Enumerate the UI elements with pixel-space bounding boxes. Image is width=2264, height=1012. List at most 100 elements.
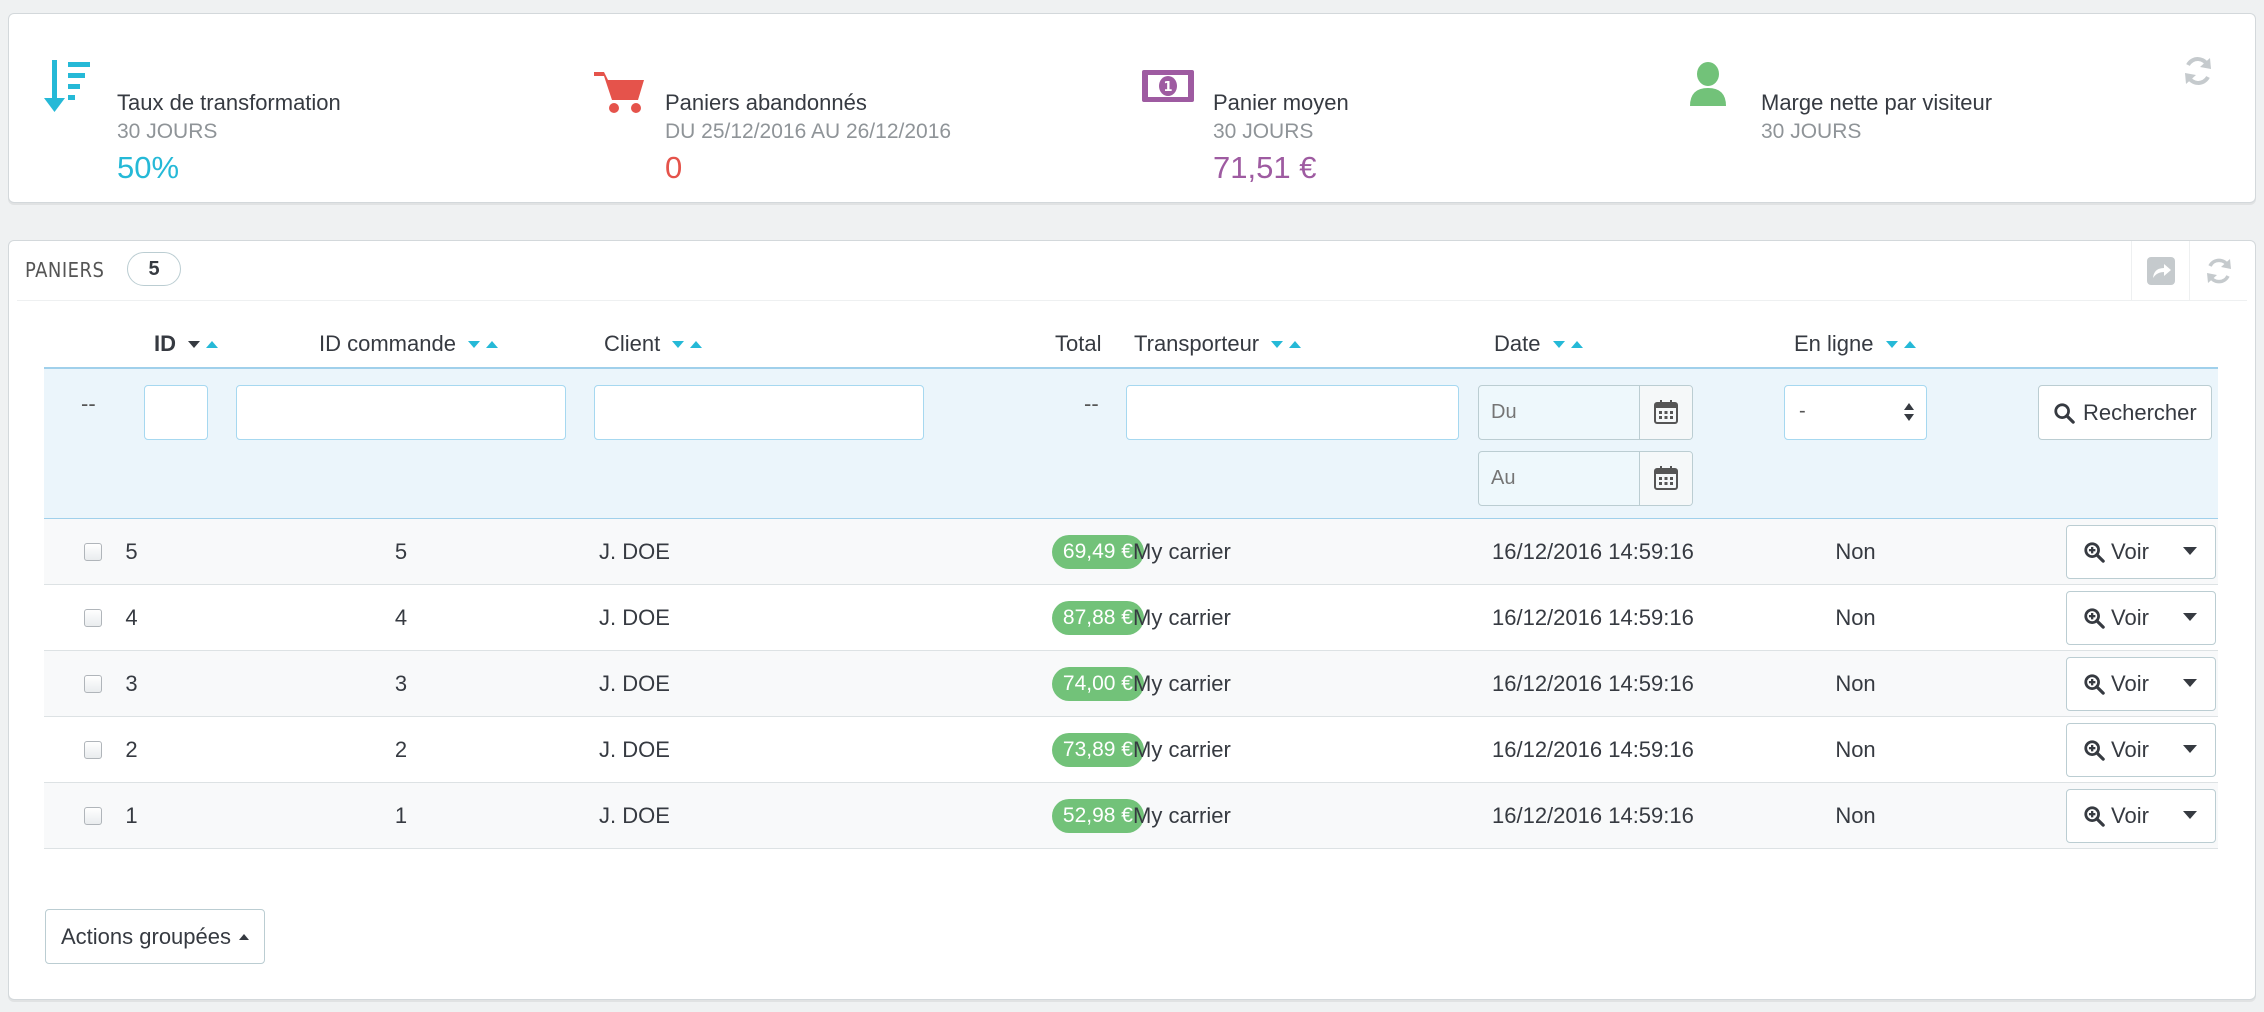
- table-row: 4 4 J. DOE 87,88 € My carrier 16/12/2016…: [44, 585, 2218, 651]
- filter-date-to[interactable]: [1478, 451, 1693, 506]
- column-header-id[interactable]: ID: [154, 331, 222, 357]
- cell-date: 16/12/2016 14:59:16: [1492, 539, 1694, 564]
- search-button[interactable]: Rechercher: [2038, 385, 2212, 440]
- cell-total-badge: 74,00 €: [1051, 667, 1144, 701]
- cell-client: J. DOE: [599, 737, 670, 762]
- cell-id: 2: [125, 737, 138, 762]
- cell-carrier: My carrier: [1133, 803, 1231, 828]
- filter-total-dash: --: [1084, 391, 1099, 416]
- row-actions-dropdown-toggle[interactable]: [2165, 658, 2215, 710]
- cell-carrier: My carrier: [1133, 605, 1231, 630]
- table-row: 1 1 J. DOE 52,98 € My carrier 16/12/2016…: [44, 783, 2218, 849]
- carts-list-panel: PANIERS 5 ID ID commande Client Total Tr…: [8, 240, 2256, 1000]
- view-button[interactable]: Voir: [2067, 724, 2165, 776]
- refresh-icon: [2185, 57, 2211, 85]
- svg-text:1: 1: [1163, 80, 1172, 95]
- zoom-in-icon: [2084, 542, 2105, 563]
- column-header-online[interactable]: En ligne: [1794, 331, 1920, 357]
- view-button-label: Voir: [2111, 671, 2149, 696]
- row-actions-dropdown-toggle[interactable]: [2165, 592, 2215, 644]
- filter-placeholder-dash: --: [81, 391, 96, 416]
- view-button[interactable]: Voir: [2067, 658, 2165, 710]
- column-label: ID commande: [319, 331, 456, 356]
- filter-row: -- -- Du Au - Rechercher: [44, 369, 2218, 519]
- view-button-label: Voir: [2111, 803, 2149, 828]
- table-row: 2 2 J. DOE 73,89 € My carrier 16/12/2016…: [44, 717, 2218, 783]
- column-label: En ligne: [1794, 331, 1874, 356]
- cell-total-badge: 73,89 €: [1051, 733, 1144, 767]
- view-button[interactable]: Voir: [2067, 592, 2165, 644]
- column-label: Date: [1494, 331, 1541, 356]
- kpi-title: Panier moyen: [1213, 90, 1349, 115]
- cell-carrier: My carrier: [1133, 539, 1231, 564]
- date-to-calendar-button[interactable]: [1639, 452, 1692, 505]
- cell-client: J. DOE: [599, 803, 670, 828]
- filter-id-input[interactable]: [144, 385, 208, 440]
- column-header-carrier[interactable]: Transporteur: [1134, 331, 1305, 357]
- table-header: ID ID commande Client Total Transporteur…: [44, 313, 2218, 369]
- date-from-calendar-button[interactable]: [1639, 386, 1692, 439]
- caret-down-icon: [2183, 745, 2197, 753]
- view-button[interactable]: Voir: [2067, 790, 2165, 842]
- date-from-input[interactable]: [1479, 386, 1639, 439]
- cell-date: 16/12/2016 14:59:16: [1492, 803, 1694, 828]
- refresh-list-button[interactable]: [2189, 241, 2247, 301]
- refresh-kpis-button[interactable]: [2181, 54, 2215, 88]
- row-actions-dropdown-toggle[interactable]: [2165, 790, 2215, 842]
- view-button[interactable]: Voir: [2067, 526, 2165, 578]
- kpi-subtitle: 30 JOURS: [1761, 120, 1862, 143]
- kpi-panel: Taux de transformation 30 JOURS 50% Pani…: [8, 13, 2256, 203]
- search-button-label: Rechercher: [2083, 399, 2197, 425]
- sort-icon[interactable]: [1885, 338, 1920, 352]
- cell-client: J. DOE: [599, 671, 670, 696]
- user-icon: [1690, 62, 1726, 106]
- kpi-value: 50%: [117, 150, 180, 185]
- cell-client: J. DOE: [599, 539, 670, 564]
- row-actions: Voir: [2066, 657, 2216, 711]
- cell-online: Non: [1835, 803, 1876, 828]
- row-actions-dropdown-toggle[interactable]: [2165, 724, 2215, 776]
- kpi-subtitle: 30 JOURS: [1213, 120, 1314, 143]
- cell-order-id: 1: [394, 803, 408, 828]
- sort-icon[interactable]: [1552, 338, 1587, 352]
- sort-icon[interactable]: [468, 338, 502, 352]
- cell-date: 16/12/2016 14:59:16: [1492, 737, 1694, 762]
- bulk-actions-button[interactable]: Actions groupées: [45, 909, 265, 964]
- export-button[interactable]: [2131, 241, 2189, 301]
- cell-order-id: 5: [394, 539, 408, 564]
- zoom-in-icon: [2084, 674, 2105, 695]
- kpi-title: Taux de transformation: [117, 90, 341, 115]
- filter-date-from[interactable]: [1478, 385, 1693, 440]
- column-header-client[interactable]: Client: [604, 331, 706, 357]
- filter-client-input[interactable]: [594, 385, 924, 440]
- cell-date: 16/12/2016 14:59:16: [1492, 671, 1694, 696]
- cell-id: 1: [125, 803, 138, 828]
- calendar-icon: [1654, 400, 1678, 424]
- shopping-cart-icon: [594, 72, 644, 113]
- sort-icon[interactable]: [188, 338, 222, 352]
- sort-icon[interactable]: [672, 338, 706, 352]
- column-label: Client: [604, 331, 661, 356]
- cell-order-id: 2: [394, 737, 408, 762]
- table-row: 5 5 J. DOE 69,49 € My carrier 16/12/2016…: [44, 519, 2218, 585]
- column-label: ID: [154, 331, 176, 356]
- column-header-order-id[interactable]: ID commande: [319, 331, 502, 357]
- zoom-in-icon: [2084, 740, 2105, 761]
- row-actions-dropdown-toggle[interactable]: [2165, 526, 2215, 578]
- sort-icon[interactable]: [1271, 338, 1305, 352]
- caret-down-icon: [2183, 547, 2197, 555]
- column-header-date[interactable]: Date: [1494, 331, 1587, 357]
- date-to-input[interactable]: [1479, 452, 1639, 505]
- kpi-value: 0: [665, 150, 683, 185]
- column-label: Total: [1055, 331, 1102, 356]
- calendar-icon: [1654, 466, 1678, 490]
- cell-total-badge: 87,88 €: [1051, 601, 1144, 635]
- cell-total-badge: 52,98 €: [1051, 799, 1144, 833]
- select-value: -: [1799, 400, 1806, 422]
- filter-order-id-input[interactable]: [236, 385, 566, 440]
- cell-order-id: 4: [394, 605, 408, 630]
- filter-carrier-input[interactable]: [1126, 385, 1459, 440]
- panel-heading: PANIERS 5: [17, 241, 2247, 301]
- kpi-subtitle: 30 JOURS: [117, 120, 218, 143]
- filter-online-select[interactable]: -: [1784, 385, 1927, 440]
